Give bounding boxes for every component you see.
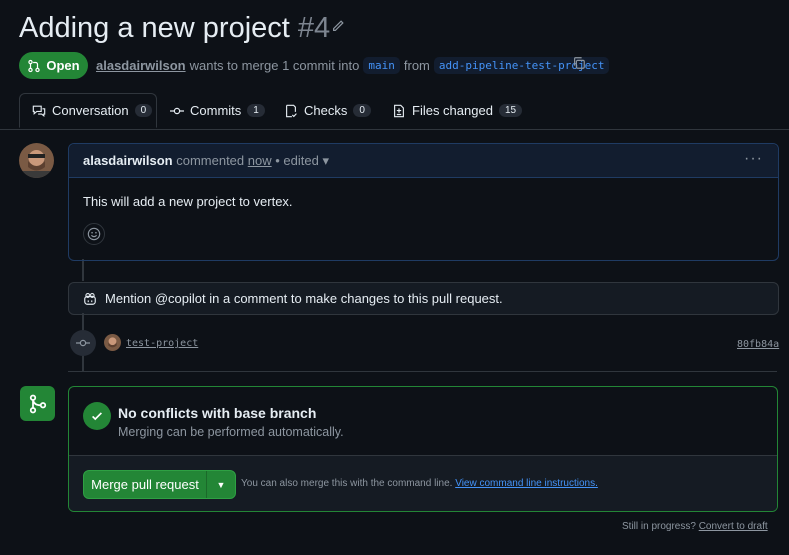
smiley-icon xyxy=(87,227,101,241)
comment-meta: alasdairwilson commented now • edited ▾ xyxy=(83,153,329,169)
edited-menu[interactable]: • edited ▾ xyxy=(275,153,329,168)
copilot-tip: Mention @copilot in a comment to make ch… xyxy=(68,282,779,315)
merge-title: No conflicts with base branch xyxy=(118,405,317,421)
cli-hint: You can also merge this with the command… xyxy=(241,478,598,489)
comment-author[interactable]: alasdairwilson xyxy=(83,153,173,168)
comment-body: This will add a new project to vertex. xyxy=(83,194,293,209)
timeline-divider xyxy=(68,371,777,372)
base-branch[interactable]: main xyxy=(363,57,400,74)
comment-time[interactable]: now xyxy=(248,153,272,168)
pr-title-text: Adding a new project xyxy=(19,12,290,44)
merge-subtitle: Merging can be performed automatically. xyxy=(118,425,344,439)
commit-icon xyxy=(170,107,184,114)
chevron-down-icon: ▾ xyxy=(322,153,329,168)
merge-options-dropdown[interactable]: ▼ xyxy=(207,471,235,498)
commit-sha[interactable]: 80fb84a xyxy=(737,339,779,350)
checklist-icon xyxy=(286,104,297,117)
tab-label: Conversation xyxy=(52,103,129,118)
merge-actions: Merge pull request ▼ You can also merge … xyxy=(69,455,777,511)
check-icon xyxy=(83,402,111,430)
git-merge-icon xyxy=(29,394,46,413)
tab-commits[interactable]: Commits 1 xyxy=(170,93,265,128)
commit-icon xyxy=(76,339,90,347)
copilot-icon xyxy=(84,292,96,305)
pr-tabs: Conversation 0 Commits 1 Checks 0 Files … xyxy=(0,93,789,130)
caret-down-icon: ▼ xyxy=(216,479,226,490)
tab-count: 0 xyxy=(353,104,371,117)
status-label: Open xyxy=(46,58,80,73)
status-badge: Open xyxy=(19,52,88,79)
pencil-icon[interactable] xyxy=(331,19,345,33)
author-link[interactable]: alasdairwilson xyxy=(96,58,186,73)
pull-request-icon xyxy=(28,59,41,72)
conversation-icon xyxy=(32,105,46,117)
merge-pull-request-button[interactable]: Merge pull request ▼ xyxy=(83,470,236,499)
timeline-line xyxy=(82,259,84,281)
tab-label: Checks xyxy=(304,103,348,118)
tab-label: Commits xyxy=(190,103,242,118)
merge-box: No conflicts with base branch Merging ca… xyxy=(68,386,778,512)
tab-count: 15 xyxy=(498,104,523,117)
cli-instructions-link[interactable]: View command line instructions. xyxy=(455,478,598,489)
copy-icon[interactable] xyxy=(572,56,586,70)
tab-checks[interactable]: Checks 0 xyxy=(284,93,371,128)
comment-action: commented xyxy=(176,153,245,168)
commit-message[interactable]: test-project xyxy=(126,338,198,349)
avatar[interactable] xyxy=(19,143,54,178)
edited-label: • edited xyxy=(275,153,319,168)
comment-card: alasdairwilson commented now • edited ▾ … xyxy=(68,143,779,261)
merge-button-label[interactable]: Merge pull request xyxy=(84,471,207,498)
comment-header: alasdairwilson commented now • edited ▾ … xyxy=(69,144,778,178)
tab-count: 0 xyxy=(134,104,153,117)
copilot-tip-text: Mention @copilot in a comment to make ch… xyxy=(105,291,503,306)
kebab-menu-icon[interactable]: ··· xyxy=(744,150,763,168)
pr-subline: alasdairwilson wants to merge 1 commit i… xyxy=(96,57,610,74)
commit-node xyxy=(70,330,96,356)
tab-label: Files changed xyxy=(412,103,493,118)
from-text: from xyxy=(403,58,430,73)
tab-conversation[interactable]: Conversation 0 xyxy=(19,93,157,128)
pr-number: #4 xyxy=(297,12,331,44)
convert-to-draft-link[interactable]: Convert to draft xyxy=(699,521,768,532)
pr-title: Adding a new project #4 xyxy=(19,10,330,46)
add-reaction-button[interactable] xyxy=(83,223,105,245)
merge-text: wants to merge 1 commit into xyxy=(189,58,360,73)
commit-author-avatar[interactable] xyxy=(104,334,121,351)
progress-text: Still in progress? xyxy=(622,521,696,532)
tab-count: 1 xyxy=(247,104,265,117)
cli-text: You can also merge this with the command… xyxy=(241,478,453,489)
merge-status-icon xyxy=(20,386,55,421)
tab-files-changed[interactable]: Files changed 15 xyxy=(392,93,523,128)
draft-hint: Still in progress? Convert to draft xyxy=(622,521,768,532)
file-diff-icon xyxy=(394,104,404,117)
